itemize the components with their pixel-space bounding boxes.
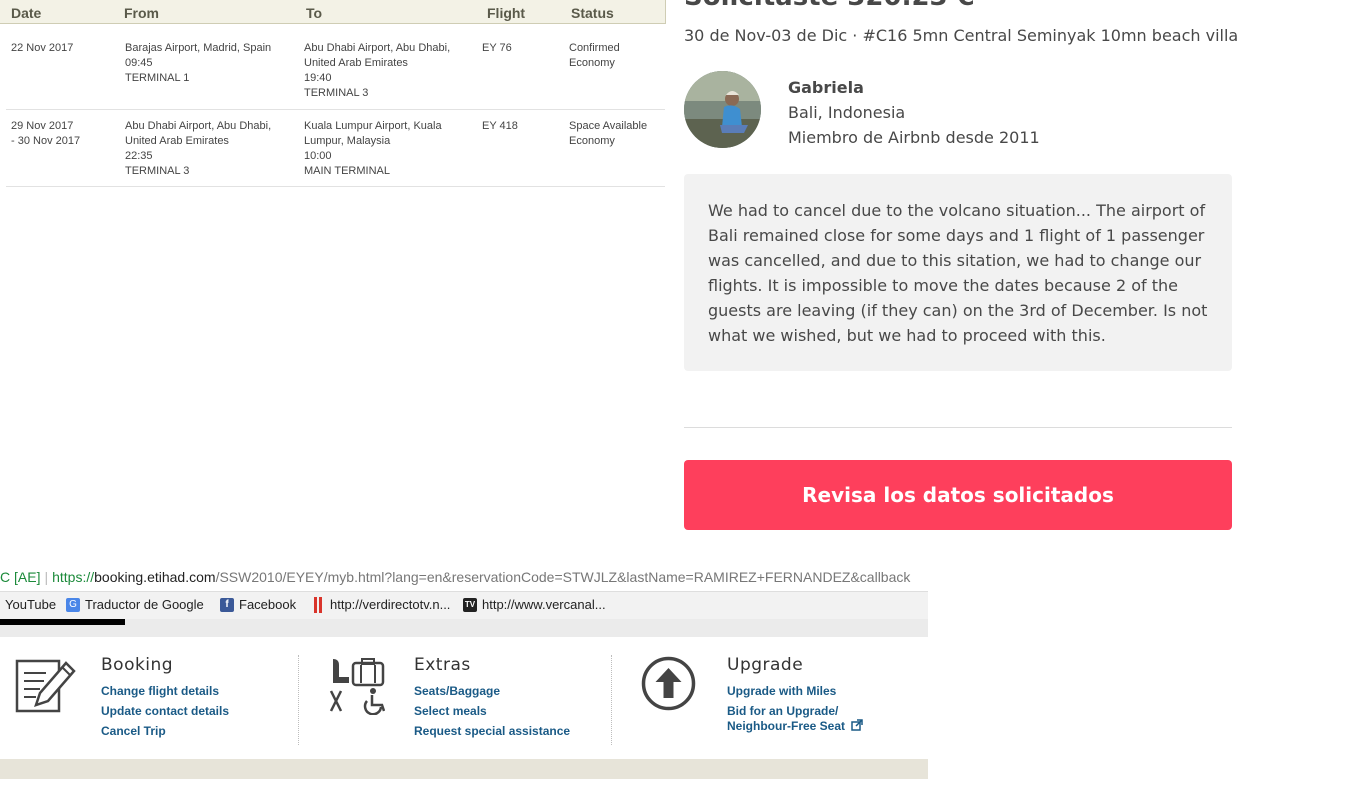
security-indicator[interactable]: C [AE] [0, 569, 40, 585]
flight-cell: EY 418 [482, 120, 518, 132]
update-contact-link[interactable]: Update contact details [101, 704, 229, 719]
column-header-to: To [306, 5, 323, 21]
host-member-since: Miembro de Airbnb desde 2011 [788, 128, 1040, 147]
external-link-icon [851, 719, 864, 735]
bookmark-label: YouTube [5, 597, 57, 612]
trip-summary: 30 de Nov-03 de Dic · #C16 5mn Central S… [684, 26, 1239, 45]
progress-fill [0, 619, 126, 625]
bookmark-vercanal[interactable]: TV http://www.vercanal... [463, 597, 606, 612]
column-header-date: Date [11, 5, 42, 21]
tv-icon: TV [463, 597, 477, 612]
review-request-button[interactable]: Revisa los datos solicitados [684, 460, 1232, 530]
divider [684, 427, 1232, 428]
bookmark-youtube[interactable]: YouTube [5, 597, 56, 612]
bookmark-facebook[interactable]: f Facebook [220, 597, 296, 612]
seats-baggage-link[interactable]: Seats/Baggage [414, 684, 500, 699]
divider [611, 655, 612, 745]
special-assistance-link[interactable]: Request special assistance [414, 724, 570, 739]
upgrade-miles-link[interactable]: Upgrade with Miles [727, 684, 836, 699]
table-row: 22 Nov 2017 Barajas Airport, Madrid, Spa… [6, 24, 665, 110]
guest-message: We had to cancel due to the volcano situ… [684, 174, 1232, 371]
avatar-photo-icon [684, 71, 761, 148]
host-location: Bali, Indonesia [788, 103, 906, 122]
bookmarks-bar: YouTube G Traductor de Google f Facebook… [0, 591, 928, 619]
verdirecto-icon [311, 596, 325, 613]
seat-baggage-icon [327, 657, 386, 720]
select-meals-link[interactable]: Select meals [414, 704, 487, 719]
from-cell: Barajas Airport, Madrid, Spain 09:45 TER… [125, 42, 272, 84]
from-cell: Abu Dhabi Airport, Abu Dhabi, United Ara… [125, 120, 272, 177]
status-cell: Space Available Economy [569, 120, 648, 147]
column-header-status: Status [571, 5, 614, 21]
change-flight-link[interactable]: Change flight details [101, 684, 219, 699]
airbnb-request-panel: Solicitaste 320.23 € 30 de Nov-03 de Dic… [684, 0, 1238, 540]
bookmark-label: http://verdirectotv.n... [330, 597, 451, 612]
bookmark-label: http://www.vercanal... [482, 597, 606, 612]
booking-title: Booking [101, 655, 174, 675]
facebook-icon: f [220, 597, 234, 612]
url-scheme: https:// [52, 569, 95, 585]
manage-booking-panel: Booking Change flight details Update con… [0, 637, 928, 759]
cancel-trip-link[interactable]: Cancel Trip [101, 724, 166, 739]
google-translate-icon: G [66, 597, 80, 612]
request-title: Solicitaste 320.23 € [684, 0, 975, 12]
bid-upgrade-link[interactable]: Bid for an Upgrade/ [727, 704, 838, 719]
table-header: Date From To Flight Status [0, 0, 666, 24]
footer-band [0, 759, 928, 779]
to-cell: Kuala Lumpur Airport, Kuala Lumpur, Mala… [304, 120, 442, 177]
to-cell: Abu Dhabi Airport, Abu Dhabi, United Ara… [304, 42, 451, 99]
bookmark-verdirectotv[interactable]: http://verdirectotv.n... [311, 596, 451, 613]
divider: | [44, 569, 49, 585]
neighbour-free-seat-link[interactable]: Neighbour-Free Seat [727, 719, 864, 735]
table-row: 29 Nov 2017 - 30 Nov 2017 Abu Dhabi Airp… [6, 110, 665, 187]
address-bar[interactable]: C [AE] | https://booking.etihad.com/SSW201… [0, 566, 928, 590]
flight-cell: EY 76 [482, 42, 512, 54]
page-load-progress [0, 619, 928, 637]
upgrade-arrow-icon [641, 656, 696, 716]
bookmark-label: Traductor de Google [85, 597, 204, 612]
date-cell: 29 Nov 2017 - 30 Nov 2017 [11, 120, 81, 147]
status-cell: Confirmed Economy [569, 42, 620, 69]
bookmark-label: Facebook [239, 597, 297, 612]
link-label: Neighbour-Free Seat [727, 719, 846, 733]
host-name[interactable]: Gabriela [788, 75, 1040, 100]
extras-title: Extras [414, 655, 471, 675]
url-path: /SSW2010/EYEY/myb.html?lang=en&reservati… [215, 569, 911, 585]
divider [298, 655, 299, 745]
column-header-from: From [124, 5, 159, 21]
date-cell: 22 Nov 2017 [11, 42, 74, 54]
bookmark-google-translate[interactable]: G Traductor de Google [66, 597, 204, 612]
upgrade-title: Upgrade [727, 655, 804, 675]
flight-itinerary-table: Date From To Flight Status 22 Nov 2017 B… [0, 0, 666, 187]
url-host: booking.etihad.com [94, 569, 216, 585]
host-info: Gabriela Bali, Indonesia Miembro de Airb… [788, 75, 1040, 150]
edit-document-icon [14, 657, 76, 722]
column-header-flight: Flight [487, 5, 526, 21]
host-avatar[interactable] [684, 71, 761, 148]
